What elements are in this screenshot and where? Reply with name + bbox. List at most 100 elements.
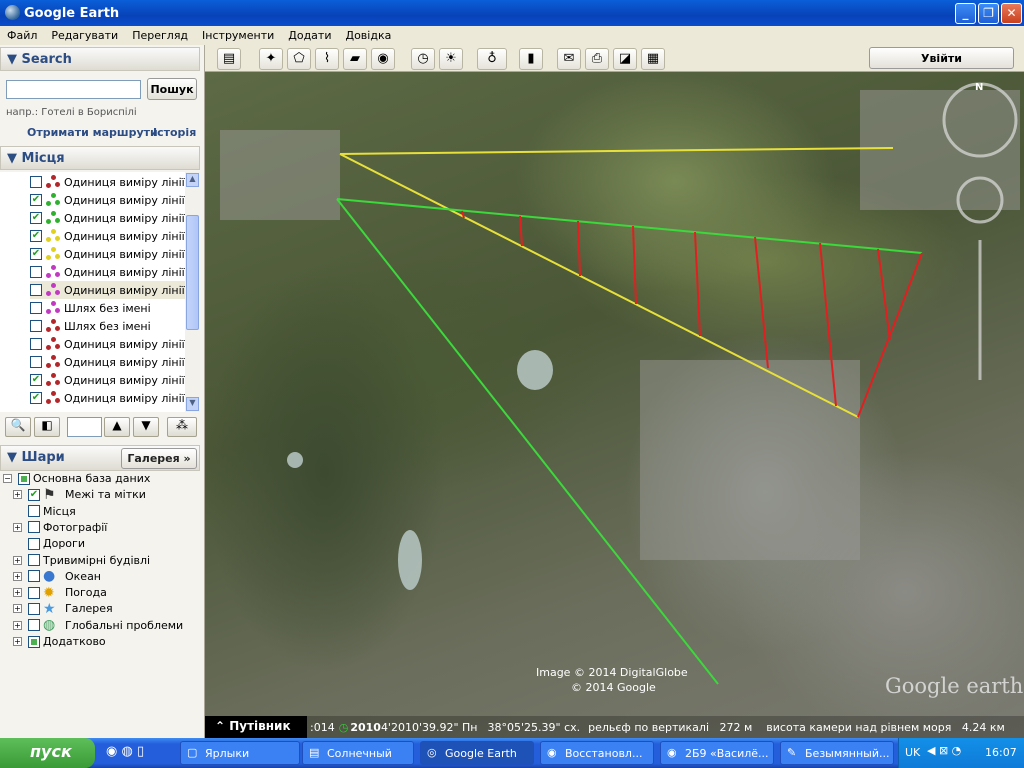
add-polygon-icon[interactable]: ⬠	[287, 48, 311, 70]
red-path[interactable]	[632, 225, 637, 305]
red-path[interactable]	[694, 231, 701, 337]
menu-view[interactable]: Перегляд	[125, 29, 195, 42]
scroll-up-button[interactable]: ▲	[186, 173, 199, 187]
layer-item[interactable]: + ◍ Глобальні проблеми	[13, 617, 183, 634]
places-panel-header[interactable]: ▼ Місця	[0, 146, 200, 170]
email-icon[interactable]: ✉	[557, 48, 581, 70]
ruler-icon[interactable]: ▮	[519, 48, 543, 70]
place-item[interactable]: Одиниця виміру лінії	[30, 335, 185, 353]
language-indicator[interactable]: UK	[905, 746, 920, 759]
add-overlay-icon[interactable]: ▰	[343, 48, 367, 70]
tour-guide-button[interactable]: ⌃ Путівник	[205, 716, 307, 738]
place-checkbox[interactable]: ✔	[30, 230, 42, 242]
place-item[interactable]: ✔ Одиниця виміру лінії	[30, 209, 185, 227]
layer-item[interactable]: + ✔ ⚑ Межі та мітки	[13, 486, 146, 503]
search-input[interactable]	[6, 80, 141, 99]
place-checkbox[interactable]: ✔	[30, 374, 42, 386]
layer-checkbox[interactable]	[28, 505, 40, 518]
place-item[interactable]: ✔ Одиниця виміру лінії	[30, 371, 185, 389]
layer-item[interactable]: Місця	[13, 503, 76, 520]
place-item[interactable]: ✔ Одиниця виміру лінії	[30, 191, 185, 209]
search-panel-header[interactable]: ▼ Search	[0, 47, 200, 71]
taskbar-item[interactable]: ◉ Восстановл...	[540, 741, 654, 765]
move-down-button[interactable]: ▼	[133, 417, 159, 437]
place-checkbox[interactable]	[30, 266, 42, 278]
place-item[interactable]: Шлях без імені	[30, 299, 185, 317]
place-item[interactable]: Одиниця виміру лінії	[30, 281, 185, 299]
path-options-icon[interactable]: ⁂	[167, 417, 197, 437]
toggle-panel-icon[interactable]: ◧	[34, 417, 60, 437]
place-item[interactable]: Одиниця виміру лінії	[30, 263, 185, 281]
place-item[interactable]: Одиниця виміру лінії	[30, 353, 185, 371]
layer-checkbox[interactable]: ✔	[28, 488, 40, 501]
layer-checkbox[interactable]	[28, 570, 40, 583]
get-directions-link[interactable]: Отримати маршрути	[27, 126, 158, 139]
place-checkbox[interactable]: ✔	[30, 248, 42, 260]
layer-item[interactable]: + ● Океан	[13, 568, 101, 585]
historical-clock-icon[interactable]: ◷	[339, 721, 349, 734]
red-path[interactable]	[577, 220, 581, 277]
quick-launch-icons[interactable]: ◉ ◍ ▯	[106, 744, 144, 759]
history-link[interactable]: Історія	[153, 126, 196, 139]
layer-checkbox[interactable]	[18, 472, 30, 485]
opacity-input[interactable]	[67, 417, 102, 437]
layer-item[interactable]: + ★ Галерея	[13, 600, 113, 617]
menu-add[interactable]: Додати	[281, 29, 338, 42]
layer-item[interactable]: + ✹ Погода	[13, 584, 107, 601]
red-path[interactable]	[754, 236, 769, 369]
place-checkbox[interactable]	[30, 320, 42, 332]
taskbar-item[interactable]: ◎ Google Earth	[420, 741, 534, 765]
place-checkbox[interactable]	[30, 338, 42, 350]
layer-checkbox[interactable]	[28, 554, 40, 566]
search-button[interactable]: Пошук	[147, 78, 197, 100]
place-item[interactable]: Шлях без імені	[30, 317, 185, 335]
sunlight-icon[interactable]: ☀	[439, 48, 463, 70]
place-item[interactable]: ✔ Одиниця виміру лінії	[30, 245, 185, 263]
save-image-icon[interactable]: ▦	[641, 48, 665, 70]
close-button[interactable]: ✕	[1001, 3, 1022, 24]
place-item[interactable]: ✔ Одиниця виміру лінії	[30, 227, 185, 245]
print-icon[interactable]: ⎙	[585, 48, 609, 70]
layer-item[interactable]: + Фотографії	[13, 519, 107, 536]
taskbar-item[interactable]: ◉ 2Б9 «Василё...	[660, 741, 774, 765]
historical-imagery-icon[interactable]: ◷	[411, 48, 435, 70]
search-places-icon[interactable]: 🔍	[5, 417, 31, 437]
expand-toggle[interactable]: −	[3, 474, 12, 483]
expand-toggle[interactable]: +	[13, 555, 22, 565]
map-view[interactable]: N Image © 2014 DigitalGlobe © 2014 Googl…	[205, 72, 1024, 738]
green-path[interactable]	[336, 198, 923, 254]
add-placemark-icon[interactable]: ✦	[259, 48, 283, 70]
layer-item[interactable]: + Тривимірні будівлі	[13, 552, 150, 569]
place-checkbox[interactable]	[30, 302, 42, 314]
add-path-icon[interactable]: ⌇	[315, 48, 339, 70]
taskbar-item[interactable]: ▤ Солнечный	[302, 741, 414, 765]
expand-toggle[interactable]: +	[13, 522, 22, 532]
record-tour-icon[interactable]: ◉	[371, 48, 395, 70]
layer-checkbox[interactable]	[28, 586, 40, 599]
layer-checkbox[interactable]	[28, 602, 40, 615]
menu-help[interactable]: Довідка	[338, 29, 398, 42]
expand-toggle[interactable]: +	[13, 637, 22, 646]
taskbar-item[interactable]: ✎ Безымянный...	[780, 741, 894, 765]
sign-in-button[interactable]: Увійти	[869, 47, 1014, 69]
menu-tools[interactable]: Інструменти	[195, 29, 281, 42]
place-checkbox[interactable]: ✔	[30, 392, 42, 404]
place-item[interactable]: ✔ Одиниця виміру лінії	[30, 389, 185, 407]
expand-toggle[interactable]: +	[13, 620, 22, 630]
place-checkbox[interactable]	[30, 356, 42, 368]
taskbar-item[interactable]: ▢ Ярлыки	[180, 741, 300, 765]
layer-item[interactable]: Дороги	[13, 535, 85, 552]
red-path[interactable]	[519, 215, 523, 247]
place-checkbox[interactable]	[30, 176, 42, 188]
view-in-maps-icon[interactable]: ◪	[613, 48, 637, 70]
sidebar-toggle-icon[interactable]: ▤	[217, 48, 241, 70]
layer-item[interactable]: − Основна база даних	[3, 470, 150, 487]
start-button[interactable]: пуск	[0, 738, 95, 768]
gallery-button[interactable]: Галерея »	[121, 448, 197, 469]
yellow-path[interactable]	[339, 153, 859, 418]
scroll-down-button[interactable]: ▼	[186, 397, 199, 411]
tray-icons[interactable]: ◀ ⊠ ◔	[927, 744, 961, 757]
expand-toggle[interactable]: +	[13, 604, 22, 614]
red-path[interactable]	[877, 248, 891, 341]
layer-checkbox[interactable]	[28, 537, 40, 550]
